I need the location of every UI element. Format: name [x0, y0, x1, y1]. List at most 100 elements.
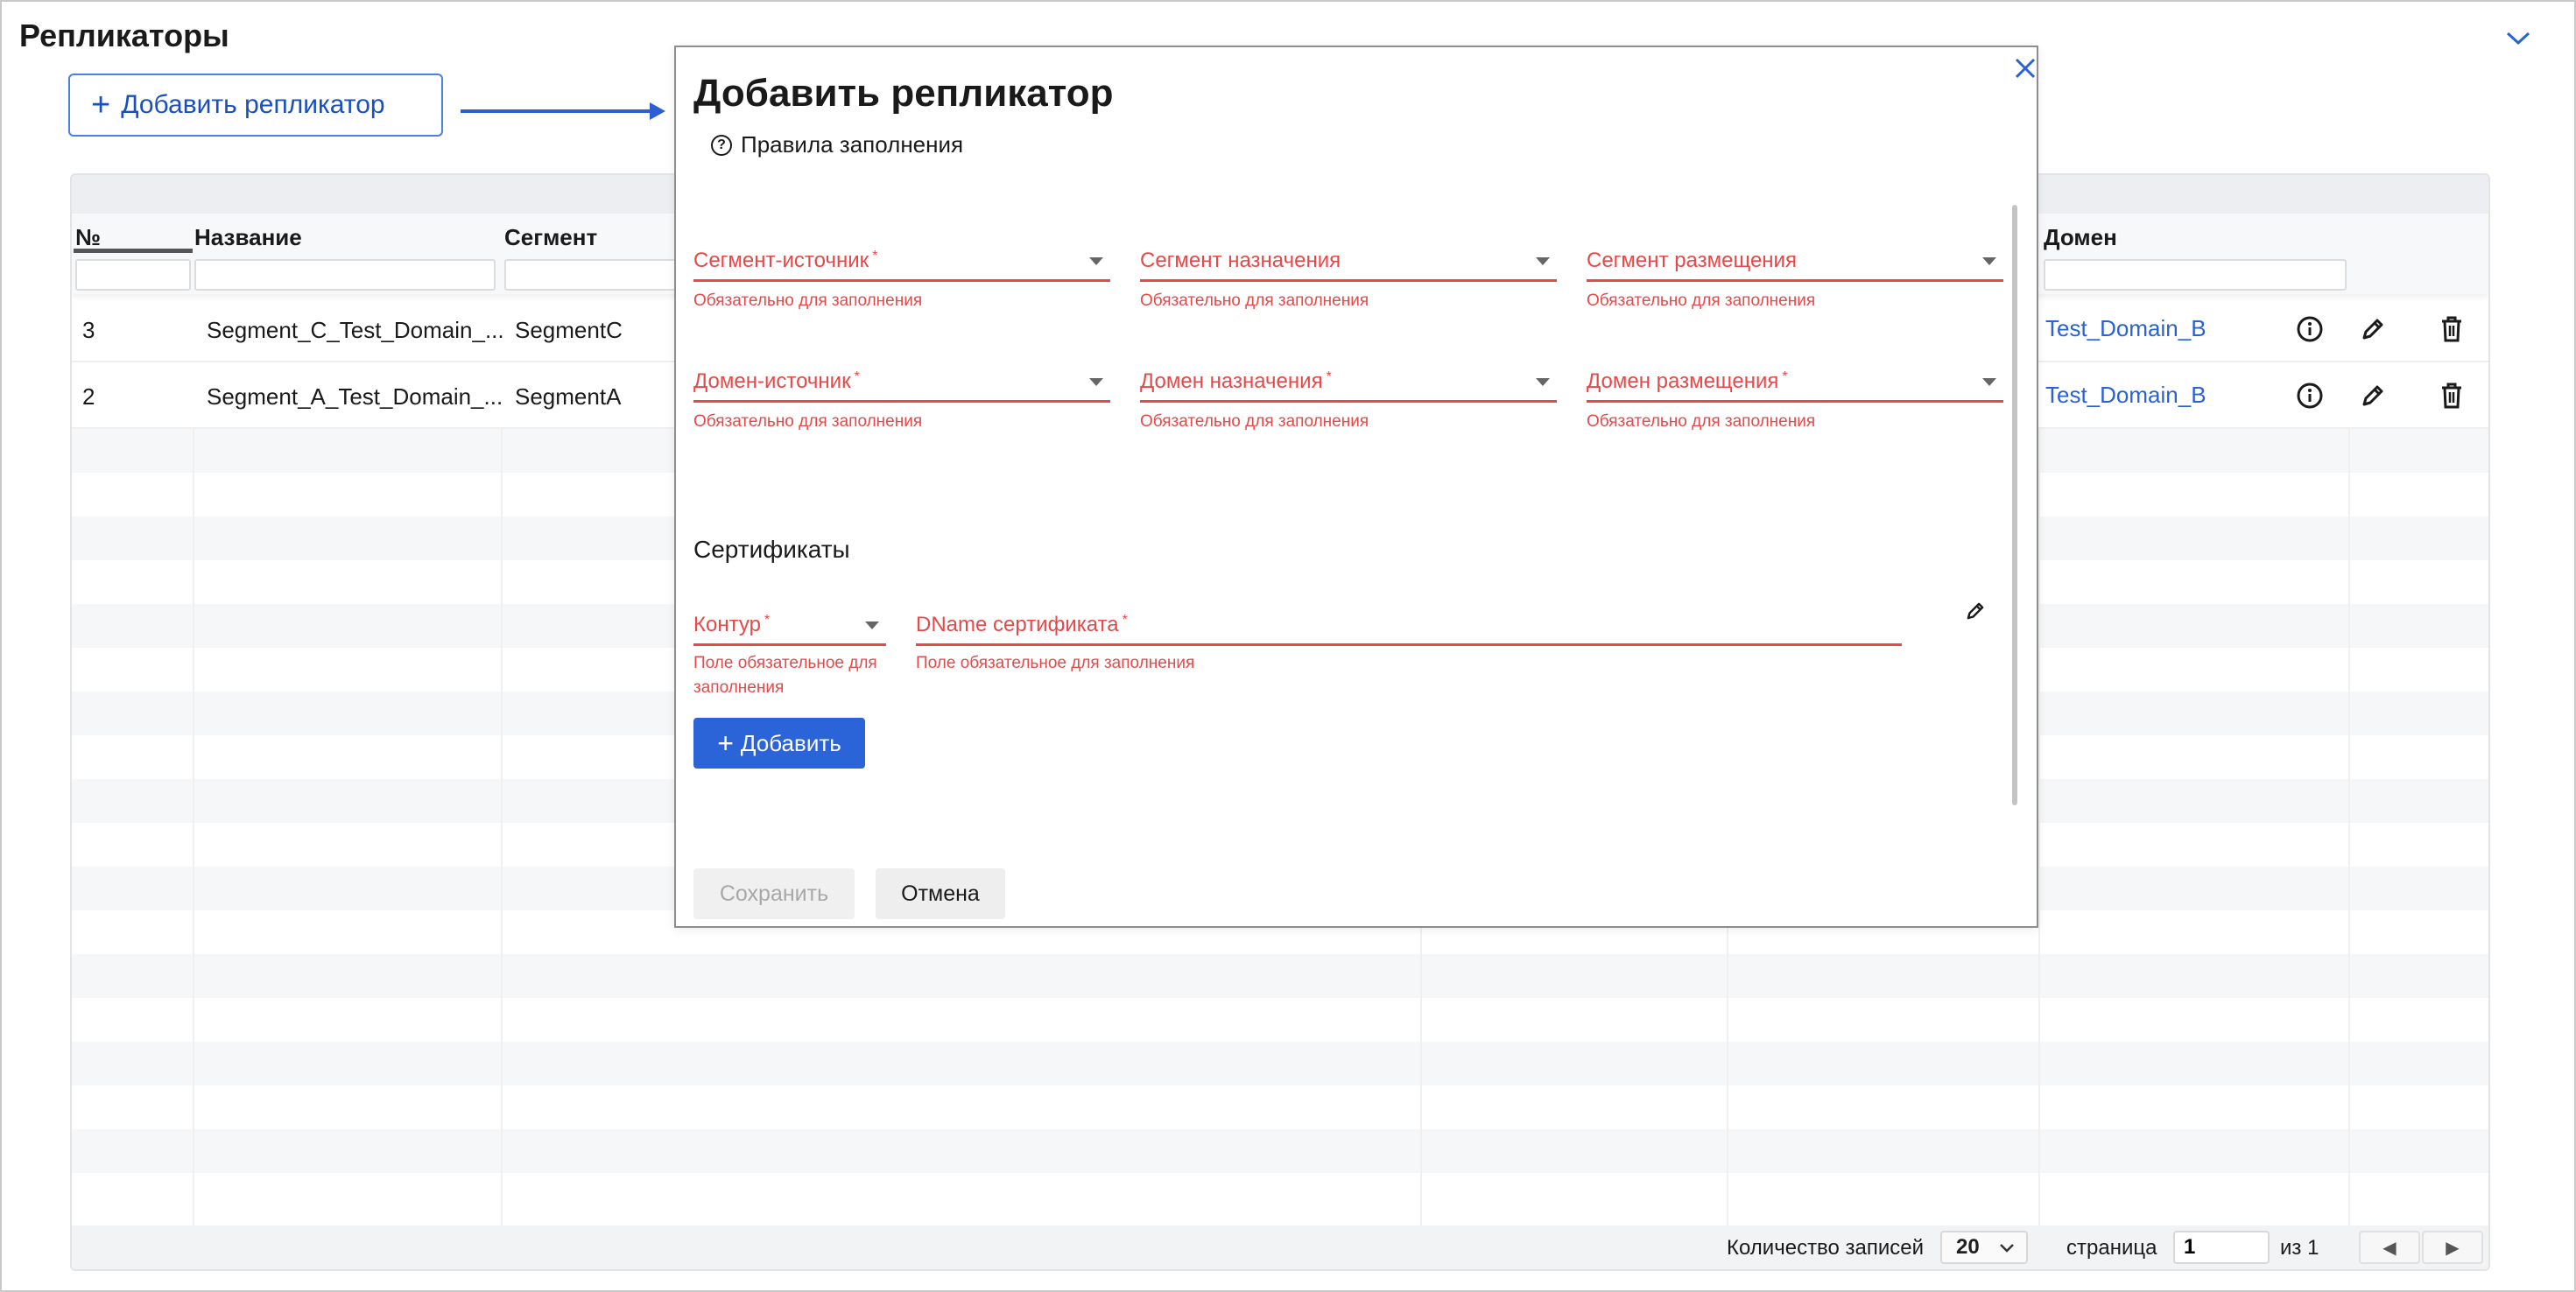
- pencil-icon: [2362, 385, 2383, 406]
- placement-segment-error: Обязательно для заполнения: [1587, 291, 1816, 310]
- add-replicator-dialog: Добавить репликатор ? Правила заполнения…: [674, 46, 2038, 928]
- page-label: страница: [2066, 1236, 2157, 1260]
- empty-row: [72, 1173, 2488, 1217]
- required-marker: *: [854, 369, 860, 384]
- edit-button[interactable]: [2355, 378, 2390, 413]
- annotation-arrow-line: [461, 109, 662, 113]
- chevron-down-icon: [2506, 32, 2530, 46]
- trash-icon: [2442, 383, 2461, 409]
- certificate-edit-button[interactable]: [1960, 595, 1991, 627]
- target-segment-label: Сегмент назначения: [1140, 249, 1341, 272]
- caret-down-icon: [1089, 257, 1103, 265]
- column-header-segment[interactable]: Сегмент: [504, 224, 597, 251]
- empty-row: [72, 1042, 2488, 1085]
- contour-error-line: Поле обязательное для: [693, 654, 877, 672]
- sort-indicator: [74, 249, 193, 253]
- delete-button[interactable]: [2434, 378, 2469, 413]
- add-certificate-label: Добавить: [740, 729, 841, 756]
- info-icon: [2297, 383, 2323, 409]
- fill-rules-link[interactable]: ? Правила заполнения: [711, 131, 963, 158]
- contour-error-line: заполнения: [693, 678, 785, 697]
- target-segment-select[interactable]: Сегмент назначения: [1140, 242, 1557, 282]
- source-segment-label: Сегмент-источник: [693, 249, 869, 272]
- required-marker: *: [1122, 613, 1128, 628]
- dname-error: Поле обязательное для заполнения: [916, 654, 1195, 672]
- placement-domain-select[interactable]: Домен размещения *: [1587, 362, 2003, 403]
- total-pages-label: из 1: [2280, 1236, 2319, 1260]
- cell-segment: SegmentA: [515, 383, 622, 410]
- close-button[interactable]: [2012, 53, 2038, 84]
- annotation-arrow-head-icon: [650, 102, 665, 120]
- records-count-label: Количество записей: [1727, 1236, 1925, 1260]
- source-domain-select[interactable]: Домен-источник *: [693, 362, 1110, 403]
- dialog-scrollbar-thumb[interactable]: [2012, 205, 2017, 805]
- filter-input-name[interactable]: [194, 259, 496, 291]
- chevron-down-icon: [2000, 1244, 2014, 1253]
- empty-row: [72, 954, 2488, 998]
- target-domain-select[interactable]: Домен назначения *: [1140, 362, 1557, 403]
- cell-domain-link[interactable]: Test_Domain_B: [2045, 315, 2206, 342]
- trash-icon: [2442, 316, 2461, 342]
- column-header-name[interactable]: Название: [194, 224, 302, 251]
- target-domain-label: Домен назначения: [1140, 369, 1323, 393]
- caret-down-icon: [865, 621, 879, 629]
- delete-button[interactable]: [2434, 312, 2469, 347]
- column-divider: [2038, 429, 2040, 1225]
- required-marker: *: [764, 613, 771, 628]
- contour-label: Контур: [693, 613, 761, 636]
- plus-icon: +: [717, 727, 734, 759]
- close-icon: [2015, 58, 2036, 79]
- fill-rules-label: Правила заполнения: [741, 131, 964, 158]
- cancel-button[interactable]: Отмена: [876, 868, 1005, 919]
- page-number-input[interactable]: [2173, 1231, 2270, 1264]
- info-button[interactable]: [2292, 378, 2327, 413]
- source-segment-select[interactable]: Сегмент-источник *: [693, 242, 1110, 282]
- dname-input[interactable]: DName сертификата *: [916, 606, 1902, 646]
- cell-domain-link[interactable]: Test_Domain_B: [2045, 382, 2206, 409]
- caret-down-icon: [1089, 378, 1103, 386]
- filter-input-domain[interactable]: [2044, 259, 2347, 291]
- triangle-right-icon: ▶: [2446, 1238, 2460, 1258]
- contour-select[interactable]: Контур *: [693, 606, 886, 646]
- placement-domain-label: Домен размещения: [1587, 369, 1779, 393]
- cell-segment: SegmentC: [515, 317, 623, 343]
- records-count-select[interactable]: 20: [1940, 1231, 2028, 1264]
- source-segment-error: Обязательно для заполнения: [693, 291, 923, 310]
- filter-input-num[interactable]: [75, 259, 191, 291]
- collapse-button[interactable]: [2501, 23, 2536, 54]
- required-marker: *: [872, 249, 878, 263]
- next-page-button[interactable]: ▶: [2422, 1231, 2483, 1264]
- placement-segment-select[interactable]: Сегмент размещения: [1587, 242, 2003, 282]
- edit-button[interactable]: [2355, 312, 2390, 347]
- cell-name: Segment_C_Test_Domain_...: [207, 317, 504, 343]
- plus-icon: +: [91, 87, 111, 123]
- filter-input-segment[interactable]: [504, 259, 679, 291]
- dialog-title: Добавить репликатор: [693, 72, 1114, 115]
- target-domain-error: Обязательно для заполнения: [1140, 412, 1369, 431]
- save-button[interactable]: Сохранить: [693, 868, 855, 919]
- placement-segment-label: Сегмент размещения: [1587, 249, 1797, 272]
- column-header-domain[interactable]: Домен: [2044, 224, 2117, 251]
- pencil-icon: [1967, 602, 1984, 620]
- prev-page-button[interactable]: ◀: [2359, 1231, 2420, 1264]
- triangle-left-icon: ◀: [2382, 1238, 2397, 1258]
- records-count-value: 20: [1956, 1235, 1980, 1259]
- question-icon: ?: [711, 134, 732, 156]
- empty-row: [72, 998, 2488, 1042]
- cell-num: 3: [82, 317, 95, 343]
- contour-error: Поле обязательное для заполнения: [693, 651, 877, 700]
- column-header-num[interactable]: №: [75, 224, 101, 251]
- caret-down-icon: [1982, 378, 1996, 386]
- empty-row: [72, 1129, 2488, 1173]
- column-divider: [2348, 429, 2350, 1225]
- column-divider: [501, 429, 503, 1225]
- column-divider: [193, 429, 194, 1225]
- add-certificate-button[interactable]: + Добавить: [693, 718, 865, 769]
- pencil-icon: [2362, 319, 2383, 340]
- add-replicator-button[interactable]: + Добавить репликатор: [68, 74, 443, 137]
- source-domain-label: Домен-источник: [693, 369, 851, 393]
- cell-name: Segment_A_Test_Domain_...: [207, 383, 503, 410]
- info-button[interactable]: [2292, 312, 2327, 347]
- placement-domain-error: Обязательно для заполнения: [1587, 412, 1816, 431]
- cell-num: 2: [82, 383, 95, 410]
